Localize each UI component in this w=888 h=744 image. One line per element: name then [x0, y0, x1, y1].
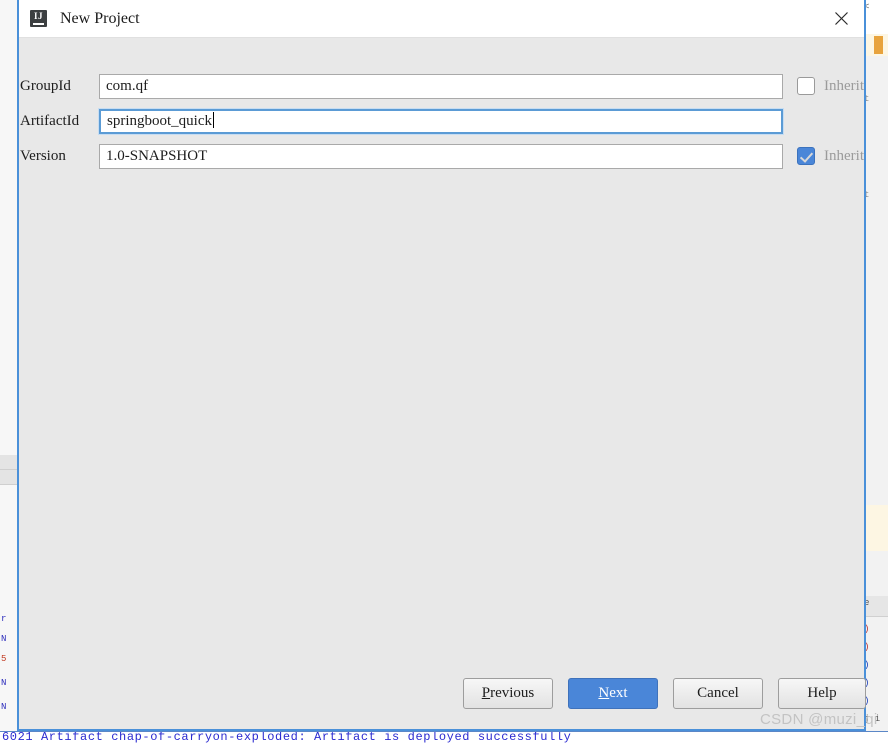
- ide-right-strip-text: ): [864, 624, 870, 634]
- ide-console-output: 6021 Artifact chap-of-carryon-exploded: …: [0, 731, 888, 744]
- form-row-version: Version 1.0-SNAPSHOT Inherit: [19, 143, 868, 169]
- next-button[interactable]: Next: [568, 678, 658, 709]
- ide-right-strip-text: e: [864, 598, 870, 608]
- intellij-idea-icon-underline: [33, 23, 44, 25]
- cancel-button-label: Cancel: [697, 685, 739, 701]
- groupid-inherit-group[interactable]: Inherit: [797, 77, 864, 95]
- ide-right-strip-highlight: [864, 505, 888, 551]
- groupid-inherit-checkbox[interactable]: [797, 77, 815, 95]
- csdn-watermark: CSDN @muzi_qi: [760, 711, 878, 728]
- groupid-inherit-label: Inherit: [824, 77, 864, 94]
- ide-left-strip-text: N: [1, 634, 7, 644]
- previous-button-label: revious: [490, 685, 535, 701]
- next-button-mnemonic: N: [598, 685, 610, 701]
- dialog-titlebar: IJ New Project: [19, 0, 864, 38]
- new-project-dialog: IJ New Project GroupId com.qf Inherit Ar…: [17, 0, 877, 731]
- version-inherit-label: Inherit: [824, 147, 864, 164]
- form-row-groupid: GroupId com.qf Inherit: [19, 73, 868, 99]
- ide-left-strip-tab: [0, 470, 17, 485]
- help-button[interactable]: Help: [778, 678, 866, 709]
- version-input[interactable]: 1.0-SNAPSHOT: [99, 143, 783, 169]
- ide-right-strip-marker: [874, 36, 883, 54]
- intellij-idea-icon: IJ: [30, 10, 47, 27]
- ide-left-strip-text: N: [1, 702, 7, 712]
- previous-button[interactable]: Previous: [463, 678, 553, 709]
- ide-console-line: 6021 Artifact chap-of-carryon-exploded: …: [2, 731, 572, 744]
- artifactid-label: ArtifactId: [20, 112, 80, 129]
- version-label: Version: [20, 147, 66, 164]
- dialog-body: GroupId com.qf Inherit ArtifactId spring…: [19, 38, 877, 729]
- form-row-artifactid: ArtifactId springboot_quick: [19, 108, 868, 134]
- previous-button-mnemonic: P: [481, 685, 491, 701]
- intellij-idea-icon-letters: IJ: [33, 11, 43, 21]
- artifactid-input-value: springboot_quick: [107, 112, 212, 129]
- dialog-title: New Project: [60, 9, 140, 27]
- ide-right-strip-text: ): [864, 642, 870, 652]
- next-button-label: ext: [609, 685, 628, 701]
- ide-right-strip-text: t: [864, 190, 870, 200]
- cancel-button[interactable]: Cancel: [673, 678, 763, 709]
- text-caret: [213, 111, 214, 128]
- dialog-footer: Previous Next Cancel Help CSDN @muzi_qi: [19, 673, 877, 729]
- help-button-label: Help: [807, 685, 837, 701]
- ide-left-strip-text: 5: [1, 654, 7, 664]
- groupid-input[interactable]: com.qf: [99, 73, 783, 99]
- version-inherit-checkbox[interactable]: [797, 147, 815, 165]
- ide-right-strip-text: ): [864, 660, 870, 670]
- ide-left-strip-tab: [0, 455, 17, 470]
- ide-left-strip-text: N: [1, 678, 7, 688]
- groupid-label: GroupId: [20, 77, 71, 94]
- artifactid-input[interactable]: springboot_quick: [99, 108, 783, 134]
- close-icon[interactable]: [818, 0, 864, 37]
- ide-left-toolbar-strip: r N 5 N N: [0, 0, 18, 744]
- ide-left-strip-text: r: [1, 614, 7, 624]
- version-inherit-group[interactable]: Inherit: [797, 147, 864, 165]
- ide-right-strip-text: <: [864, 2, 870, 12]
